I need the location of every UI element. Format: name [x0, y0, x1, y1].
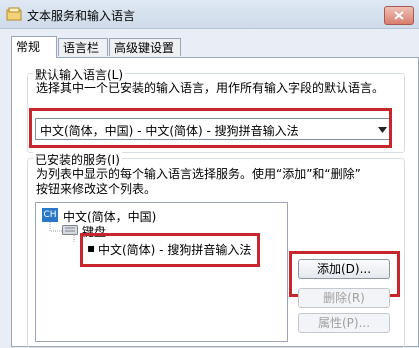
tab-advanced-key-settings[interactable]: 高级键设置 — [109, 38, 181, 56]
installed-services-description-line1: 为列表中显示的每个输入语言选择服务。使用“添加”和“删除” — [36, 167, 361, 181]
tree-connector — [49, 222, 62, 232]
tab-general[interactable]: 常规 — [11, 36, 57, 58]
close-icon — [394, 11, 404, 20]
add-button[interactable]: 添加(D)... — [298, 259, 390, 279]
chevron-down-icon — [378, 127, 387, 133]
title-bar: 文本服务和输入语言 — [0, 0, 419, 29]
tab-advanced-key-settings-label: 高级键设置 — [114, 41, 175, 55]
installed-services-tree[interactable]: CH 中文(简体，中国) 键盘 ▪ 中文(简体) - 搜狗拼音输入法 — [35, 202, 288, 342]
bullet-icon: ▪ — [87, 241, 96, 255]
tree-connector-2 — [73, 235, 75, 242]
installed-services-group-title: 已安装的服务(I) — [33, 151, 122, 168]
window-title: 文本服务和输入语言 — [27, 9, 136, 23]
tree-item-service[interactable]: 中文(简体) - 搜狗拼音输入法 — [98, 241, 251, 258]
installed-services-description-line2: 按钮来修改这个列表。 — [36, 182, 157, 196]
remove-button[interactable]: 删除(R) — [298, 288, 390, 308]
default-language-select[interactable]: 中文(简体，中国) - 中文(简体) - 搜狗拼音输入法 — [35, 118, 392, 140]
app-icon — [6, 7, 22, 21]
tab-language-bar[interactable]: 语言栏 — [58, 38, 108, 56]
keyboard-icon — [62, 225, 78, 235]
tab-general-label: 常规 — [16, 40, 41, 54]
default-language-value: 中文(简体，中国) - 中文(简体) - 搜狗拼音输入法 — [40, 124, 299, 138]
default-language-description: 选择其中一个已安装的输入语言，用作所有输入字段的默认语言。 — [36, 81, 385, 95]
properties-button[interactable]: 属性(P)... — [298, 313, 390, 333]
tab-language-bar-label: 语言栏 — [63, 41, 100, 55]
tree-item-language[interactable]: 中文(简体，中国) — [63, 208, 156, 225]
language-badge: CH — [42, 208, 58, 222]
close-button[interactable] — [384, 6, 414, 25]
